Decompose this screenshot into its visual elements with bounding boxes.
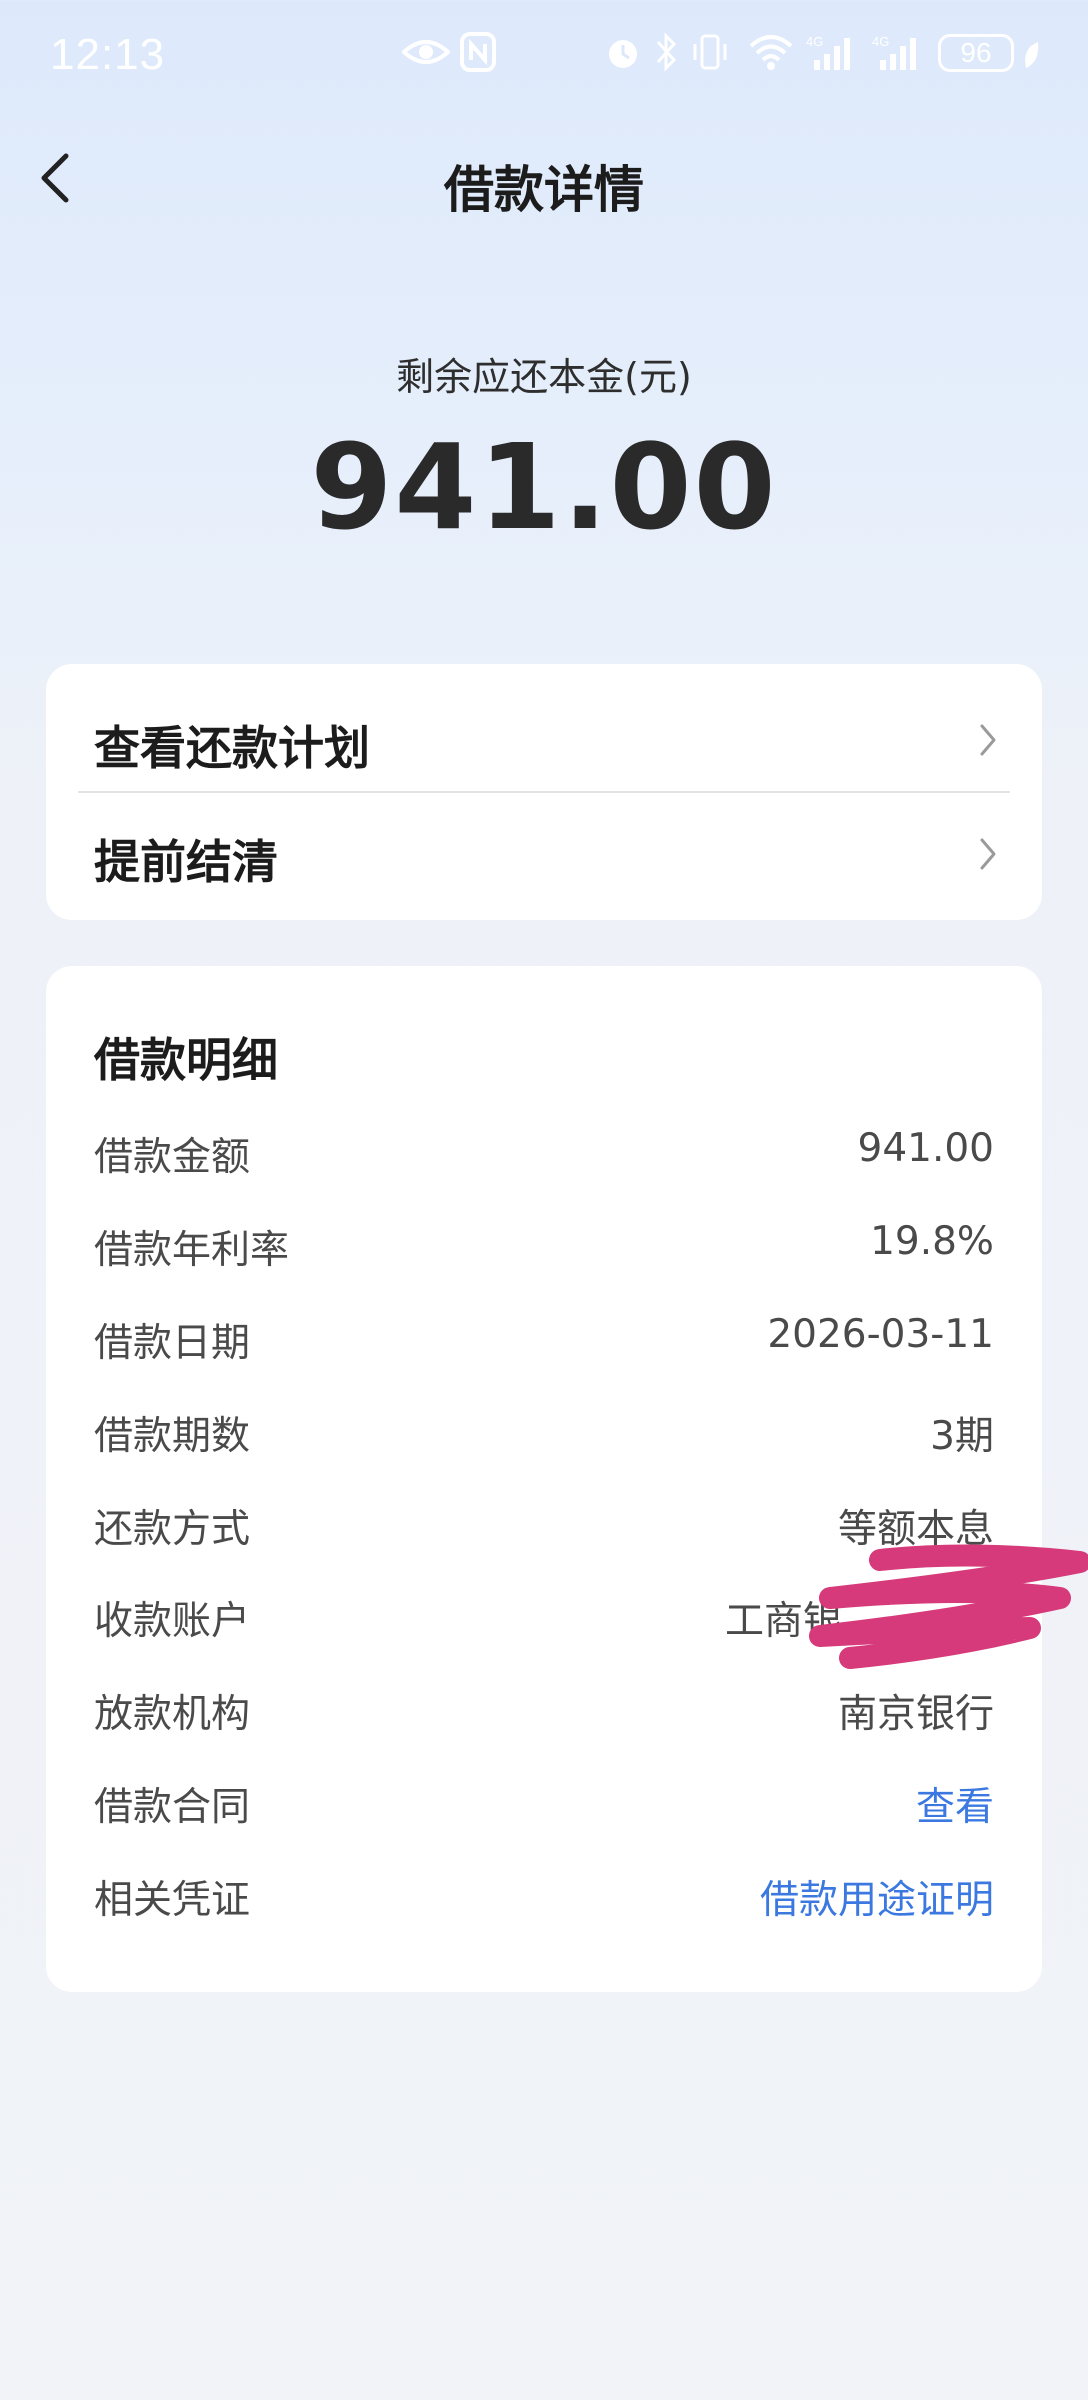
page-title: 借款详情	[444, 161, 644, 219]
bluetooth-icon	[654, 32, 678, 76]
detail-key: 相关凭证	[94, 1878, 251, 1923]
detail-row-loan-amount: 借款金额 941.00	[46, 1116, 1042, 1186]
early-settlement-button[interactable]: 提前结清	[46, 798, 1042, 908]
detail-key: 放款机构	[94, 1692, 251, 1737]
chevron-right-icon	[978, 836, 998, 876]
nfc-icon	[460, 32, 496, 76]
detail-key: 还款方式	[94, 1507, 251, 1552]
remaining-principal-label: 剩余应还本金(元)	[396, 355, 692, 399]
early-settlement-label: 提前结清	[94, 835, 278, 889]
detail-key: 借款期数	[94, 1414, 251, 1459]
detail-value: 941.00	[857, 1126, 994, 1171]
detail-value: 3期	[930, 1414, 994, 1459]
detail-row-lending-institution: 放款机构 南京银行	[46, 1673, 1042, 1743]
detail-value: 南京银行	[837, 1692, 994, 1737]
view-repayment-plan-label: 查看还款计划	[94, 721, 370, 775]
remaining-principal-amount: 941.00	[310, 418, 778, 556]
status-time: 12:13	[50, 30, 166, 79]
vibrate-icon	[690, 32, 730, 76]
svg-text:4G: 4G	[872, 34, 889, 49]
view-repayment-plan-button[interactable]: 查看还款计划	[46, 684, 1042, 794]
signal-4g-icon: 4G	[806, 32, 856, 76]
loan-details-card: 借款明细 借款金额 941.00 借款年利率 19.8% 借款日期 2026-0…	[46, 966, 1042, 1992]
status-bar: 12:13 4G 4G 96	[0, 0, 1088, 112]
detail-key: 收款账户	[94, 1599, 251, 1644]
detail-row-loan-date: 借款日期 2026-03-11	[46, 1302, 1042, 1372]
detail-row-related-documents: 相关凭证 借款用途证明	[46, 1859, 1042, 1929]
svg-text:4G: 4G	[806, 34, 823, 49]
loan-details-title: 借款明细	[94, 1033, 278, 1087]
detail-key: 借款合同	[94, 1785, 251, 1830]
view-contract-link[interactable]: 查看	[916, 1776, 994, 1832]
detail-key: 借款年利率	[94, 1228, 290, 1273]
chevron-right-icon	[978, 722, 998, 762]
leaf-icon	[1020, 40, 1042, 74]
detail-key: 借款日期	[94, 1321, 251, 1366]
detail-row-loan-contract: 借款合同 查看	[46, 1766, 1042, 1836]
detail-key: 借款金额	[94, 1135, 251, 1180]
detail-row-installments: 借款期数 3期	[46, 1395, 1042, 1465]
loan-purpose-proof-link[interactable]: 借款用途证明	[760, 1869, 994, 1925]
redaction-scribble	[790, 1540, 1088, 1674]
detail-value: 2026-03-11	[767, 1312, 994, 1357]
signal-4g-icon: 4G	[872, 32, 922, 76]
actions-card: 查看还款计划 提前结清	[46, 664, 1042, 920]
detail-row-annual-rate: 借款年利率 19.8%	[46, 1209, 1042, 1279]
detail-value: 19.8%	[870, 1219, 994, 1264]
battery-indicator: 96	[938, 34, 1014, 72]
eye-icon	[401, 32, 451, 76]
wifi-icon	[748, 32, 794, 76]
divider	[78, 791, 1010, 793]
alarm-icon	[604, 32, 642, 76]
